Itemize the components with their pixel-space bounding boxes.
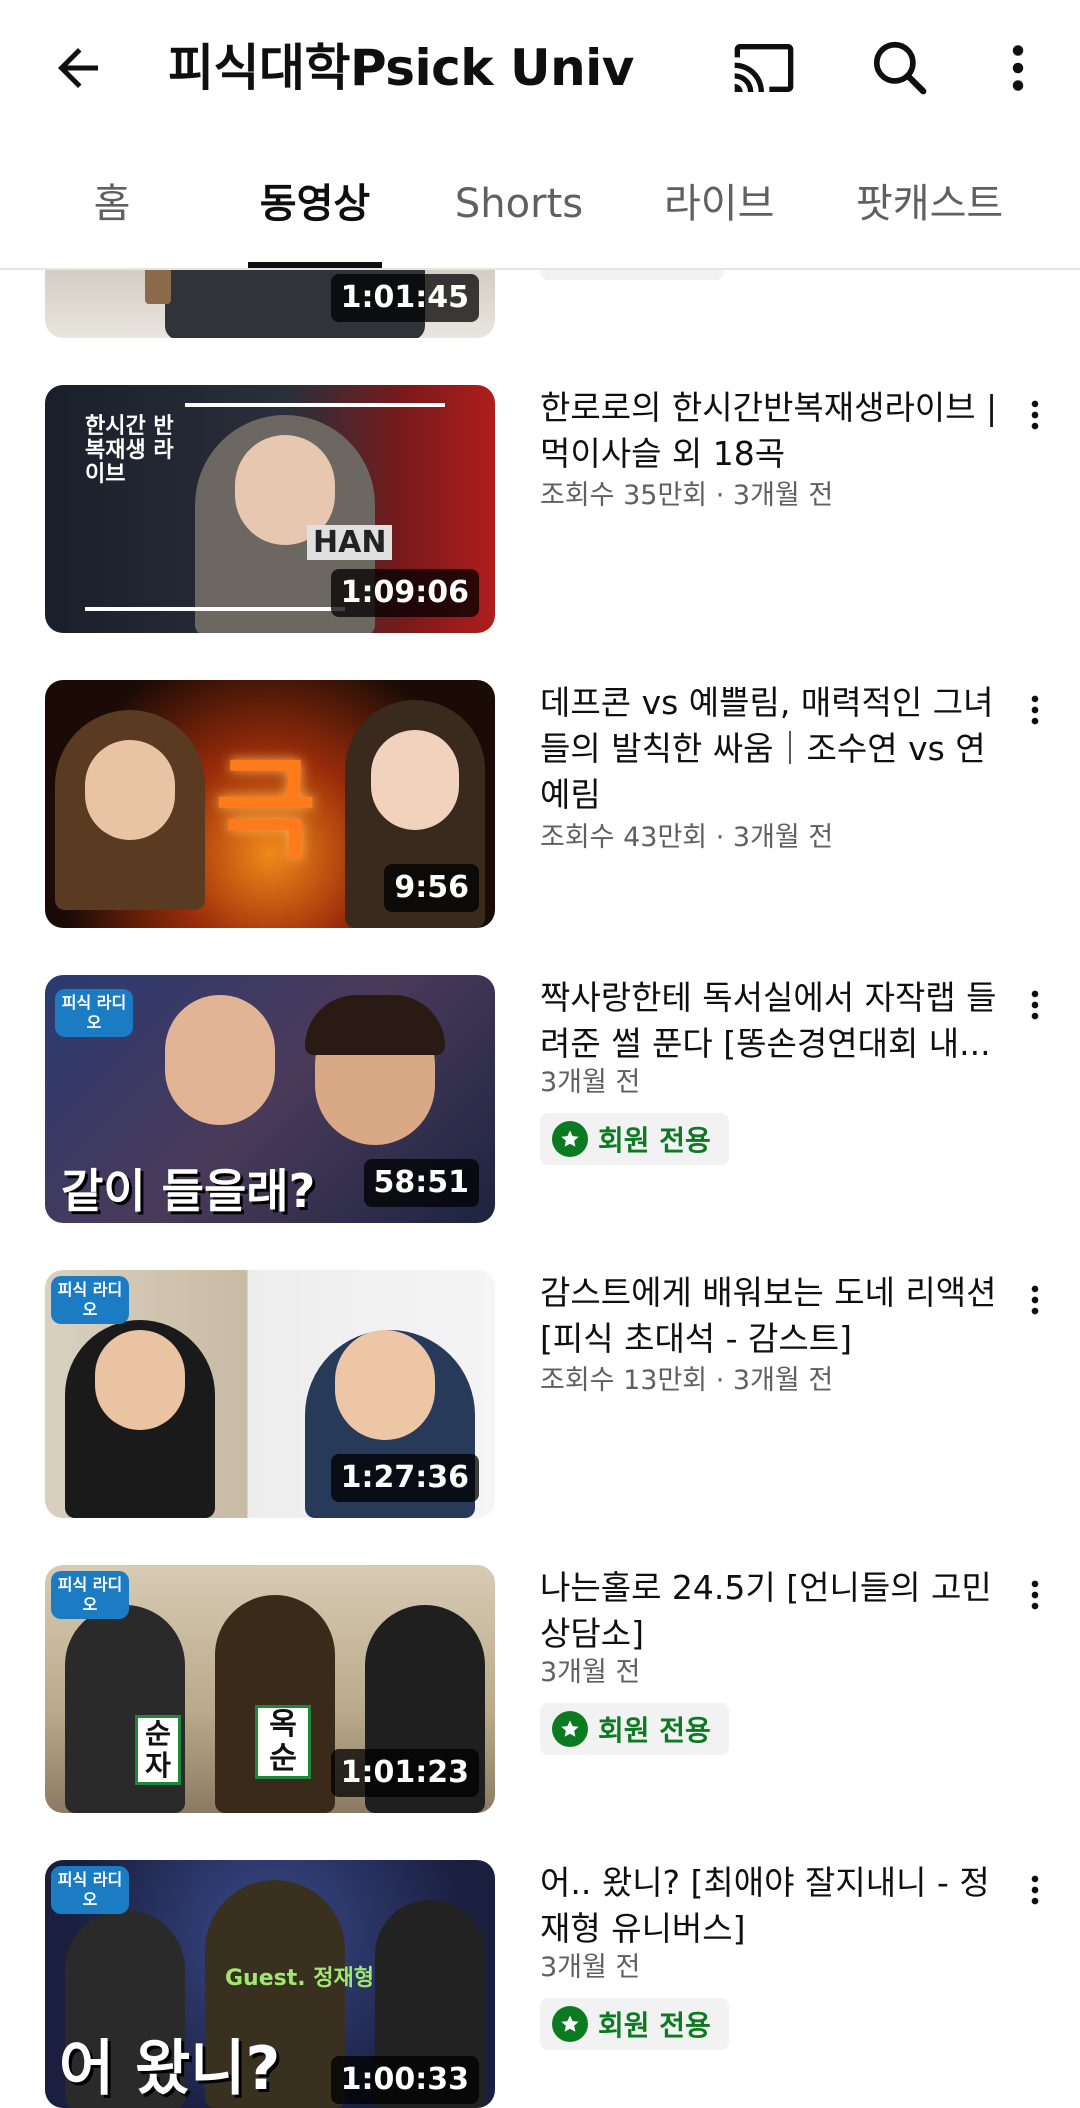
more-vert-icon xyxy=(1012,45,1024,91)
video-title[interactable]: 데프콘 vs 예쁠림, 매력적인 그녀들의 발칙한 싸움｜조수연 vs 연예림 xyxy=(540,680,1010,818)
cast-icon xyxy=(734,44,794,92)
video-thumbnail[interactable]: 피식 라디오 Guest. 정재형 어 왔니? 1:00:33 xyxy=(45,1860,495,2108)
video-thumbnail[interactable]: 극 9:56 xyxy=(45,680,495,928)
members-only-badge: 회원 전용 xyxy=(540,1113,729,1165)
more-vert-icon xyxy=(1031,1285,1039,1315)
video-thumbnail[interactable]: 한시간 반복재생 라이브 HAN 1:09:06 xyxy=(45,385,495,633)
thumbnail-text: 옥순 xyxy=(255,1705,311,1779)
tab-live[interactable]: 라이브 xyxy=(664,176,774,232)
thumbnail-text: 한시간 반복재생 라이브 xyxy=(85,414,174,487)
video-duration: 9:56 xyxy=(384,864,479,912)
members-only-badge: 회원 전용 xyxy=(540,1703,729,1755)
active-tab-indicator xyxy=(248,262,382,268)
star-icon xyxy=(552,1711,588,1747)
more-vert-icon xyxy=(1031,400,1039,430)
video-duration: 58:51 xyxy=(363,1159,479,1207)
video-title[interactable]: 나는홀로 24.5기 [언니들의 고민상담소] xyxy=(540,1565,1010,1657)
video-meta: 3개월 전 xyxy=(540,1952,641,1983)
thumbnail-text: Guest. 정재형 xyxy=(225,1966,374,1991)
video-title[interactable]: 어.. 왔니? [최애야 잘지내니 - 정재형 유니버스] xyxy=(540,1860,1010,1952)
video-meta: 조회수 13만회 · 3개월 전 xyxy=(540,1365,834,1396)
star-icon xyxy=(552,2006,588,2042)
video-title[interactable]: 짝사랑한테 독서실에서 자작랩 들려준 썰 푼다 [똥손경연대회 내... xyxy=(540,975,1010,1067)
thumbnail-badge-text: 피식 라디오 xyxy=(51,1866,129,1914)
video-more-button[interactable] xyxy=(1010,1860,1060,1920)
channel-tabs: 홈 동영상 Shorts 라이브 팟캐스트 xyxy=(0,140,1080,270)
search-button[interactable] xyxy=(862,30,938,106)
back-arrow-icon xyxy=(58,48,98,88)
video-duration: 1:01:45 xyxy=(330,274,479,322)
thumbnail-text: HAN xyxy=(307,525,393,560)
members-only-badge: 회원 전용 xyxy=(540,1998,729,2050)
thumbnail-text: 같이 들을래? xyxy=(61,1164,316,1218)
badge-label: 회원 전용 xyxy=(598,1714,711,1747)
more-options-button[interactable] xyxy=(980,30,1056,106)
video-duration: 1:09:06 xyxy=(330,569,479,617)
video-duration: 1:00:33 xyxy=(330,2056,479,2104)
video-title[interactable]: 감스트에게 배워보는 도네 리액션 [피식 초대석 - 감스트] xyxy=(540,1270,1010,1362)
video-more-button[interactable] xyxy=(1010,680,1060,740)
cast-button[interactable] xyxy=(726,30,802,106)
back-button[interactable] xyxy=(40,30,116,106)
search-icon xyxy=(873,41,927,95)
video-meta: 3개월 전 xyxy=(540,1067,641,1098)
thumbnail-badge-text: 피식 라디오 xyxy=(51,1276,129,1324)
video-thumbnail[interactable]: 피식 라디오 순자 옥순 1:01:23 xyxy=(45,1565,495,1813)
tab-podcasts[interactable]: 팟캐스트 xyxy=(856,176,1003,232)
star-icon xyxy=(552,1121,588,1157)
video-meta: 조회수 43만회 · 3개월 전 xyxy=(540,822,834,853)
thumbnail-text: 극 xyxy=(215,746,317,874)
more-vert-icon xyxy=(1031,1580,1039,1610)
badge-label: 회원 전용 xyxy=(598,2009,711,2042)
thumbnail-text: 어 왔니? xyxy=(59,2034,281,2104)
video-title[interactable]: 한로로의 한시간반복재생라이브 | 먹이사슬 외 18곡 xyxy=(540,385,1010,477)
tab-videos[interactable]: 동영상 xyxy=(248,176,382,232)
video-more-button[interactable] xyxy=(1010,1565,1060,1625)
thumbnail-badge-text: 피식 라디오 xyxy=(51,1571,129,1619)
video-more-button[interactable] xyxy=(1010,1270,1060,1330)
video-more-button[interactable] xyxy=(1010,975,1060,1035)
video-meta: 3개월 전 xyxy=(540,1657,641,1688)
tab-home[interactable]: 홈 xyxy=(80,176,144,232)
more-vert-icon xyxy=(1031,1875,1039,1905)
app-header: 피식대학Psick Univ xyxy=(0,0,1080,140)
video-meta: 조회수 35만회 · 3개월 전 xyxy=(540,480,834,511)
video-more-button[interactable] xyxy=(1010,385,1060,445)
video-duration: 1:01:23 xyxy=(330,1749,479,1797)
tab-shorts[interactable]: Shorts xyxy=(446,176,592,232)
video-thumbnail[interactable]: 피식 라디오 1:27:36 xyxy=(45,1270,495,1518)
video-thumbnail[interactable]: 피식 라디오 같이 들을래? 58:51 xyxy=(45,975,495,1223)
channel-title: 피식대학Psick Univ xyxy=(168,39,634,97)
video-feed: 1:01:45 한시간 반복재생 라이브 HAN 1:09:06 한로로의 한시… xyxy=(0,0,1080,2108)
thumbnail-text: 순자 xyxy=(135,1715,181,1785)
badge-label: 회원 전용 xyxy=(598,1124,711,1157)
more-vert-icon xyxy=(1031,990,1039,1020)
thumbnail-badge-text: 피식 라디오 xyxy=(55,989,133,1037)
video-duration: 1:27:36 xyxy=(330,1454,479,1502)
more-vert-icon xyxy=(1031,695,1039,725)
